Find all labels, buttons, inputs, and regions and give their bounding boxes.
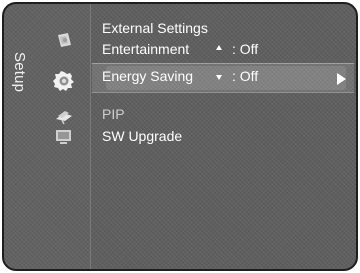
menu-item-label: PIP [102, 106, 125, 122]
sidebar [4, 4, 91, 269]
setup-icon [54, 128, 74, 146]
channel-icon [54, 108, 74, 126]
menu-item-label: External Settings [102, 20, 208, 36]
setup-menu: External Settings Entertainment : Off En… [102, 18, 354, 163]
menu-item-label: SW Upgrade [102, 128, 183, 144]
menu-item-value: : Off [232, 68, 259, 84]
menu-item-sw-upgrade[interactable]: SW Upgrade [102, 126, 354, 146]
setup-screen: Setup External Settings Entertainment: … [2, 2, 358, 271]
menu-item-label: Entertainment [102, 41, 190, 57]
menu-item-value: : Off [232, 41, 259, 57]
menu-item-external-settings[interactable]: External Settings [102, 18, 354, 38]
menu-item-label: Energy Saving [102, 68, 194, 84]
menu-item-pip[interactable]: PIP [102, 104, 354, 124]
sound-icon [52, 70, 76, 92]
sidebar-title: Setup [11, 52, 28, 93]
menu-item-entertainment[interactable]: Entertainment : Off [102, 39, 354, 59]
picture-icon [54, 32, 74, 50]
menu-item-energy-saving[interactable]: Energy Saving : Off [102, 66, 354, 86]
